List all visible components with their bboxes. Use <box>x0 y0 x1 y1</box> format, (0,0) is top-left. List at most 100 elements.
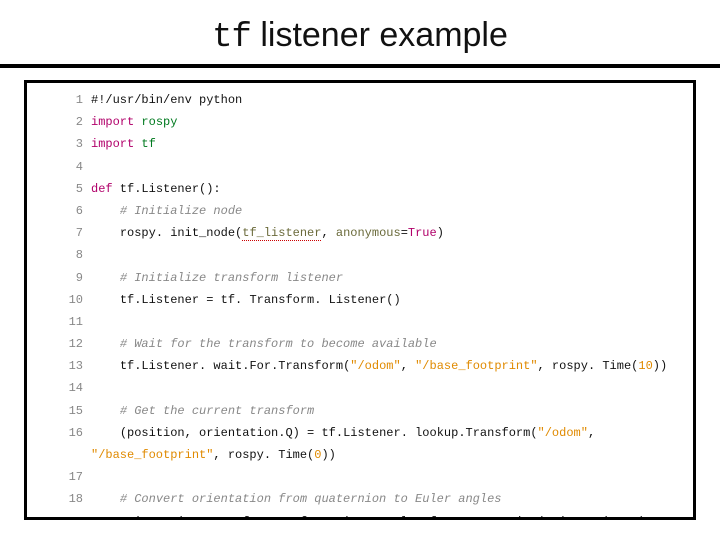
code-line: 7 rospy. init_node(tf_listener, anonymou… <box>35 222 685 244</box>
code-token: . <box>401 426 408 440</box>
code-token: Listener(): <box>141 182 220 196</box>
code-token: "/odom" <box>538 426 588 440</box>
code-token: , rospy <box>538 359 588 373</box>
code-line: 16 (position, orientation.Q) = tf.Listen… <box>35 422 685 444</box>
code-token: . <box>372 515 379 520</box>
title-bar: tf listener example <box>0 8 720 68</box>
line-content: import rospy <box>91 115 177 129</box>
code-token: Listener <box>343 426 401 440</box>
line-content: # Convert orientation from quaternion to… <box>91 492 501 506</box>
code-token: tf <box>120 359 134 373</box>
code-line-wrap: "/base_footprint", rospy. Time(0)) <box>35 444 685 466</box>
line-number: 1 <box>35 89 83 111</box>
line-number: 13 <box>35 355 83 377</box>
line-number: 10 <box>35 289 83 311</box>
code-token: anonymous <box>336 226 401 240</box>
line-number: 6 <box>35 200 83 222</box>
code-token: = <box>401 226 408 240</box>
code-token: )) <box>653 359 667 373</box>
code-token: transformations <box>257 515 372 520</box>
line-number: 7 <box>35 222 83 244</box>
line-number: 19 <box>35 511 83 520</box>
code-token: # Convert orientation from quaternion to… <box>120 492 502 506</box>
line-content: # Initialize node <box>91 204 242 218</box>
code-token: (position, orientation <box>120 426 278 440</box>
title-rest: listener example <box>251 16 508 54</box>
code-token: tf <box>134 137 156 151</box>
code-token: . <box>249 515 256 520</box>
code-token: For <box>249 359 271 373</box>
code-token: Transform <box>242 293 314 307</box>
line-content: tf.Listener. wait.For.Transform("/odom",… <box>91 359 667 373</box>
code-token: True <box>408 226 437 240</box>
code-line: 19 orientation.E = tf. transformations. … <box>35 511 685 520</box>
code-line: 2import rospy <box>35 111 685 133</box>
line-number: 8 <box>35 244 83 266</box>
code-line: 11 <box>35 311 685 333</box>
code-token: ) <box>437 226 444 240</box>
code-token: , <box>321 226 335 240</box>
line-number: 16 <box>35 422 83 444</box>
code-token: 10 <box>638 359 652 373</box>
code-token: rospy <box>134 115 177 129</box>
code-token: tf <box>120 293 134 307</box>
line-number: 4 <box>35 156 83 178</box>
code-token: tf_listener <box>242 226 321 241</box>
code-token: # Initialize transform listener <box>120 271 343 285</box>
code-token: E = tf <box>206 515 249 520</box>
line-content: # Wait for the transform to become avail… <box>91 337 437 351</box>
code-token: Listener <box>141 359 199 373</box>
code-token: rospy <box>120 226 156 240</box>
code-token: "/base_footprint" <box>415 359 537 373</box>
code-token: def <box>91 182 113 196</box>
code-token: . <box>264 448 271 462</box>
code-line: 3 import tf <box>35 133 685 155</box>
code-token: Time( <box>595 359 638 373</box>
code-token: Q) <box>631 515 645 520</box>
code-token: # Initialize node <box>120 204 242 218</box>
code-token: init_node <box>163 226 235 240</box>
code-token: orientation <box>120 515 199 520</box>
code-listing: 1 #!/usr/bin/env python 2import rospy3 impo… <box>35 89 685 520</box>
code-token: wait <box>206 359 242 373</box>
code-token: Listener = tf <box>141 293 235 307</box>
code-line: 8 <box>35 244 685 266</box>
code-token: "/base_footprint" <box>91 448 213 462</box>
line-number: 12 <box>35 333 83 355</box>
code-token: Time( <box>271 448 314 462</box>
line-content: rospy. init_node(tf_listener, anonymous=… <box>91 226 444 241</box>
line-content: tf.Listener = tf. Transform. Listener() <box>91 293 401 307</box>
line-number: 18 <box>35 488 83 510</box>
code-token: lookup <box>408 426 458 440</box>
code-line: 6 # Initialize node <box>35 200 685 222</box>
line-content: orientation.E = tf. transformations. eul… <box>91 515 646 520</box>
code-token: Transform( <box>466 426 538 440</box>
code-token: Transform( <box>278 359 350 373</box>
title-prefix: tf <box>212 19 251 57</box>
code-line: 9 # Initialize transform listener <box>35 267 685 289</box>
code-token: import <box>91 137 134 151</box>
line-number: 3 <box>35 133 83 155</box>
line-number: 15 <box>35 400 83 422</box>
line-content: def tf.Listener(): <box>91 182 221 196</box>
code-line: 5def tf.Listener(): <box>35 178 685 200</box>
code-line: 13 tf.Listener. wait.For.Transform("/odo… <box>35 355 685 377</box>
code-line: 18 # Convert orientation from quaternion… <box>35 488 685 510</box>
code-token: , rospy <box>213 448 263 462</box>
code-line: 12 # Wait for the transform to become av… <box>35 333 685 355</box>
line-content: import tf <box>91 137 156 151</box>
code-token: . <box>156 226 163 240</box>
code-line: 17 <box>35 466 685 488</box>
line-number: 11 <box>35 311 83 333</box>
line-content: "/base_footprint", rospy. Time(0)) <box>91 448 336 462</box>
code-line: 1 #!/usr/bin/env python <box>35 89 685 111</box>
code-token: # Wait for the transform to become avail… <box>120 337 437 351</box>
code-token: import <box>91 115 134 129</box>
code-token: tf <box>113 182 135 196</box>
code-token: euler_from_quaternion <box>379 515 537 520</box>
code-line: 10 tf.Listener = tf. Transform. Listener… <box>35 289 685 311</box>
code-token: , <box>401 359 415 373</box>
code-token: #!/usr/bin/env python <box>91 93 242 107</box>
code-token: Listener() <box>321 293 400 307</box>
line-number: 14 <box>35 377 83 399</box>
